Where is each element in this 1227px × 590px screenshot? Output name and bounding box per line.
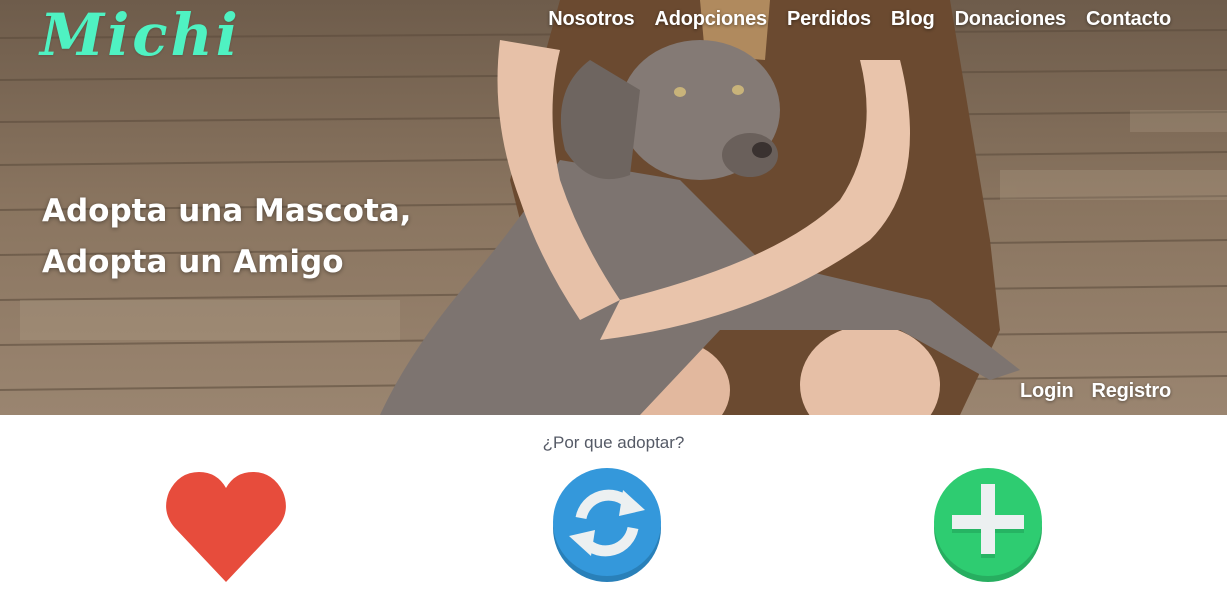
logo[interactable]: Michi <box>40 6 241 64</box>
plus-icon <box>934 468 1042 582</box>
nav-item-blog[interactable]: Blog <box>891 8 935 31</box>
register-link[interactable]: Registro <box>1091 380 1171 403</box>
refresh-icon <box>553 468 661 582</box>
feature-plus <box>932 466 1044 590</box>
hero-banner: Michi Nosotros Adopciones Perdidos Blog … <box>0 0 1227 415</box>
nav-item-perdidos[interactable]: Perdidos <box>787 8 871 31</box>
feature-heart <box>163 466 289 590</box>
nav-item-contacto[interactable]: Contacto <box>1086 8 1171 31</box>
nav-item-donaciones[interactable]: Donaciones <box>955 8 1067 31</box>
main-nav: Nosotros Adopciones Perdidos Blog Donaci… <box>548 8 1171 31</box>
hero-headline-line-2: Adopta un Amigo <box>42 244 344 280</box>
feature-refresh <box>551 466 663 590</box>
why-adopt-title: ¿Por que adoptar? <box>542 433 685 452</box>
nav-item-adopciones[interactable]: Adopciones <box>654 8 767 31</box>
hero-headline-line-1: Adopta una Mascota, <box>42 193 412 229</box>
auth-links: Login Registro <box>1020 380 1171 403</box>
nav-item-nosotros[interactable]: Nosotros <box>548 8 634 31</box>
hero-headline: Adopta una Mascota, Adopta un Amigo <box>42 186 411 288</box>
login-link[interactable]: Login <box>1020 380 1074 403</box>
heart-icon <box>166 472 286 582</box>
